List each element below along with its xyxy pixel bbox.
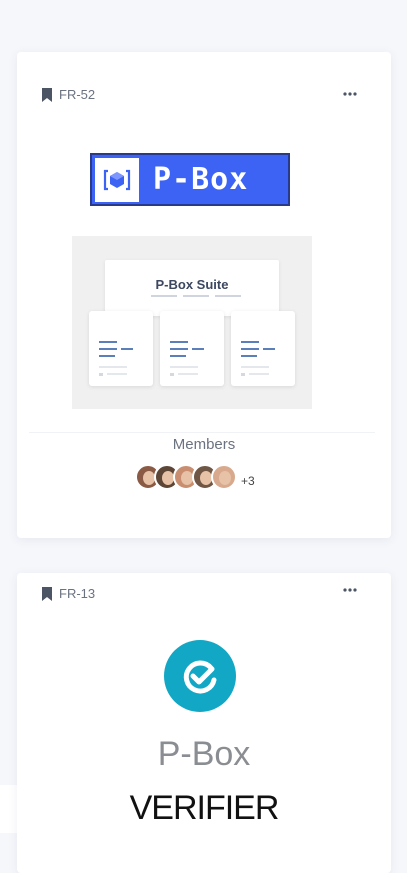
card-tag: FR-13 — [42, 586, 95, 601]
verifier-subtitle: VERIFIER — [129, 789, 280, 827]
bookmark-icon — [42, 87, 52, 102]
cube-icon — [95, 157, 139, 202]
verifier-check-icon — [164, 640, 236, 712]
more-icon — [343, 588, 357, 592]
card-tag-label: FR-13 — [59, 586, 96, 601]
preview-document-card — [231, 311, 295, 386]
card-tag-label: FR-52 — [59, 87, 96, 102]
members-label: Members — [172, 436, 236, 453]
logo-text: P-Box — [153, 162, 249, 197]
more-options-button[interactable] — [339, 87, 361, 101]
project-card-fr-52[interactable]: FR-52 P-Box P-Box Suite Members +3 — [17, 52, 391, 538]
members-avatar-group[interactable]: +3 — [135, 462, 255, 492]
more-icon — [343, 92, 357, 96]
more-options-button[interactable] — [339, 583, 361, 597]
card-tag: FR-52 — [42, 87, 95, 102]
project-card-fr-13[interactable]: FR-13 P-Box VERIFIER — [17, 573, 391, 873]
p-box-logo: P-Box — [90, 153, 290, 206]
divider — [29, 432, 375, 433]
project-preview-image: P-Box Suite — [72, 236, 312, 409]
more-members-count[interactable]: +3 — [241, 474, 255, 488]
avatar[interactable] — [211, 464, 237, 490]
preview-underlines — [151, 295, 241, 299]
preview-document-card — [160, 311, 224, 386]
preview-title: P-Box Suite — [155, 277, 229, 292]
verifier-title: P-Box — [157, 735, 251, 773]
preview-document-card — [89, 311, 153, 386]
preview-title-card: P-Box Suite — [105, 260, 279, 316]
bookmark-icon — [42, 586, 52, 601]
